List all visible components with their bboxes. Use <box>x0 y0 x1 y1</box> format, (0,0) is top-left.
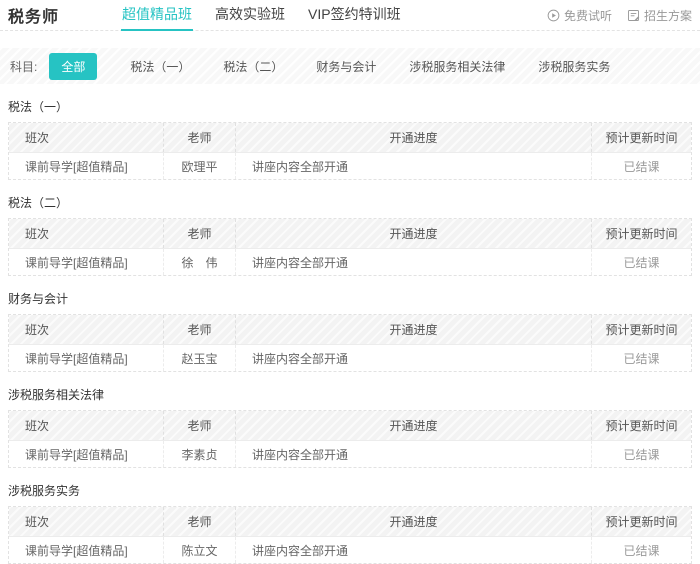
header-cell-course: 班次 <box>9 315 164 344</box>
course-table: 班次 老师 开通进度 预计更新时间 课前导学[超值精品] 欧理平 讲座内容全部开… <box>8 122 692 180</box>
course-section: 税法（二） 班次 老师 开通进度 预计更新时间 课前导学[超值精品] 徐 伟 讲… <box>0 194 700 276</box>
cell-teacher-name: 徐 伟 <box>164 249 236 275</box>
cell-course-name: 课前导学[超值精品] <box>9 153 164 179</box>
subject-filter-bar: 科目: 全部 税法（一） 税法（二） 财务与会计 涉税服务相关法律 涉税服务实务 <box>0 48 700 84</box>
cell-course-name: 课前导学[超值精品] <box>9 537 164 563</box>
course-section: 税法（一） 班次 老师 开通进度 预计更新时间 课前导学[超值精品] 欧理平 讲… <box>0 98 700 180</box>
header-cell-teacher: 老师 <box>164 411 236 440</box>
enroll-plan-label: 招生方案 <box>644 7 692 24</box>
page-title: 税务师 <box>8 3 59 27</box>
table-row[interactable]: 课前导学[超值精品] 欧理平 讲座内容全部开通 已结课 <box>9 153 691 179</box>
cell-teacher-name: 李素贞 <box>164 441 236 467</box>
table-header-row: 班次 老师 开通进度 预计更新时间 <box>9 315 691 345</box>
cell-open-progress: 讲座内容全部开通 <box>236 441 592 467</box>
header-cell-update-time: 预计更新时间 <box>592 411 691 440</box>
course-section: 涉税服务实务 班次 老师 开通进度 预计更新时间 课前导学[超值精品] 陈立文 … <box>0 482 700 564</box>
header-cell-update-time: 预计更新时间 <box>592 315 691 344</box>
enroll-plan-link[interactable]: 招生方案 <box>627 7 692 24</box>
course-table: 班次 老师 开通进度 预计更新时间 课前导学[超值精品] 李素贞 讲座内容全部开… <box>8 410 692 468</box>
tab-experiment-class[interactable]: 高效实验班 <box>214 0 286 31</box>
header-cell-teacher: 老师 <box>164 123 236 152</box>
header-cell-teacher: 老师 <box>164 219 236 248</box>
table-header-row: 班次 老师 开通进度 预计更新时间 <box>9 123 691 153</box>
cell-open-progress: 讲座内容全部开通 <box>236 345 592 371</box>
table-row[interactable]: 课前导学[超值精品] 徐 伟 讲座内容全部开通 已结课 <box>9 249 691 275</box>
play-circle-icon <box>547 9 560 22</box>
cell-course-name: 课前导学[超值精品] <box>9 249 164 275</box>
filter-option-all[interactable]: 全部 <box>49 53 97 80</box>
cell-update-status: 已结课 <box>592 249 691 275</box>
section-title: 税法（二） <box>8 194 692 211</box>
cell-open-progress: 讲座内容全部开通 <box>236 537 592 563</box>
course-sections: 税法（一） 班次 老师 开通进度 预计更新时间 课前导学[超值精品] 欧理平 讲… <box>0 98 700 564</box>
subject-filter-label: 科目: <box>10 58 37 75</box>
header-actions: 免费试听 招生方案 <box>547 7 692 24</box>
course-table: 班次 老师 开通进度 预计更新时间 课前导学[超值精品] 陈立文 讲座内容全部开… <box>8 506 692 564</box>
table-header-row: 班次 老师 开通进度 预计更新时间 <box>9 411 691 441</box>
header-cell-update-time: 预计更新时间 <box>592 219 691 248</box>
header-cell-progress: 开通进度 <box>236 411 592 440</box>
section-title: 财务与会计 <box>8 290 692 307</box>
header-cell-progress: 开通进度 <box>236 123 592 152</box>
course-section: 财务与会计 班次 老师 开通进度 预计更新时间 课前导学[超值精品] 赵玉宝 讲… <box>0 290 700 372</box>
top-header: 税务师 超值精品班 高效实验班 VIP签约特训班 免费试听 <box>0 0 700 31</box>
class-type-tabs: 超值精品班 高效实验班 VIP签约特训班 <box>121 0 402 31</box>
filter-option-finance-accounting[interactable]: 财务与会计 <box>316 58 376 75</box>
header-cell-course: 班次 <box>9 123 164 152</box>
cell-teacher-name: 陈立文 <box>164 537 236 563</box>
free-trial-link[interactable]: 免费试听 <box>547 7 612 24</box>
cell-teacher-name: 欧理平 <box>164 153 236 179</box>
course-table: 班次 老师 开通进度 预计更新时间 课前导学[超值精品] 徐 伟 讲座内容全部开… <box>8 218 692 276</box>
filter-option-tax-law-1[interactable]: 税法（一） <box>130 58 190 75</box>
course-table: 班次 老师 开通进度 预计更新时间 课前导学[超值精品] 赵玉宝 讲座内容全部开… <box>8 314 692 372</box>
header-cell-update-time: 预计更新时间 <box>592 123 691 152</box>
table-row[interactable]: 课前导学[超值精品] 李素贞 讲座内容全部开通 已结课 <box>9 441 691 467</box>
filter-option-tax-law-2[interactable]: 税法（二） <box>223 58 283 75</box>
header-cell-progress: 开通进度 <box>236 219 592 248</box>
header-cell-course: 班次 <box>9 411 164 440</box>
table-header-row: 班次 老师 开通进度 预计更新时间 <box>9 219 691 249</box>
section-title: 涉税服务实务 <box>8 482 692 499</box>
filter-option-tax-related-law[interactable]: 涉税服务相关法律 <box>409 58 505 75</box>
header-cell-progress: 开通进度 <box>236 507 592 536</box>
table-row[interactable]: 课前导学[超值精品] 陈立文 讲座内容全部开通 已结课 <box>9 537 691 563</box>
table-row[interactable]: 课前导学[超值精品] 赵玉宝 讲座内容全部开通 已结课 <box>9 345 691 371</box>
section-title: 涉税服务相关法律 <box>8 386 692 403</box>
cell-open-progress: 讲座内容全部开通 <box>236 153 592 179</box>
header-cell-teacher: 老师 <box>164 507 236 536</box>
cell-update-status: 已结课 <box>592 537 691 563</box>
cell-course-name: 课前导学[超值精品] <box>9 441 164 467</box>
header-cell-update-time: 预计更新时间 <box>592 507 691 536</box>
cell-update-status: 已结课 <box>592 441 691 467</box>
section-title: 税法（一） <box>8 98 692 115</box>
cell-teacher-name: 赵玉宝 <box>164 345 236 371</box>
header-cell-progress: 开通进度 <box>236 315 592 344</box>
filter-option-tax-practice[interactable]: 涉税服务实务 <box>538 58 610 75</box>
table-header-row: 班次 老师 开通进度 预计更新时间 <box>9 507 691 537</box>
tab-premium-class[interactable]: 超值精品班 <box>121 0 193 31</box>
cell-update-status: 已结课 <box>592 345 691 371</box>
cell-course-name: 课前导学[超值精品] <box>9 345 164 371</box>
header-cell-course: 班次 <box>9 219 164 248</box>
cell-update-status: 已结课 <box>592 153 691 179</box>
enroll-plan-icon <box>627 9 640 22</box>
course-section: 涉税服务相关法律 班次 老师 开通进度 预计更新时间 课前导学[超值精品] 李素… <box>0 386 700 468</box>
tab-vip-class[interactable]: VIP签约特训班 <box>307 0 402 31</box>
header-cell-teacher: 老师 <box>164 315 236 344</box>
header-cell-course: 班次 <box>9 507 164 536</box>
free-trial-label: 免费试听 <box>564 7 612 24</box>
subject-filter-options: 全部 税法（一） 税法（二） 财务与会计 涉税服务相关法律 涉税服务实务 <box>49 53 610 80</box>
cell-open-progress: 讲座内容全部开通 <box>236 249 592 275</box>
